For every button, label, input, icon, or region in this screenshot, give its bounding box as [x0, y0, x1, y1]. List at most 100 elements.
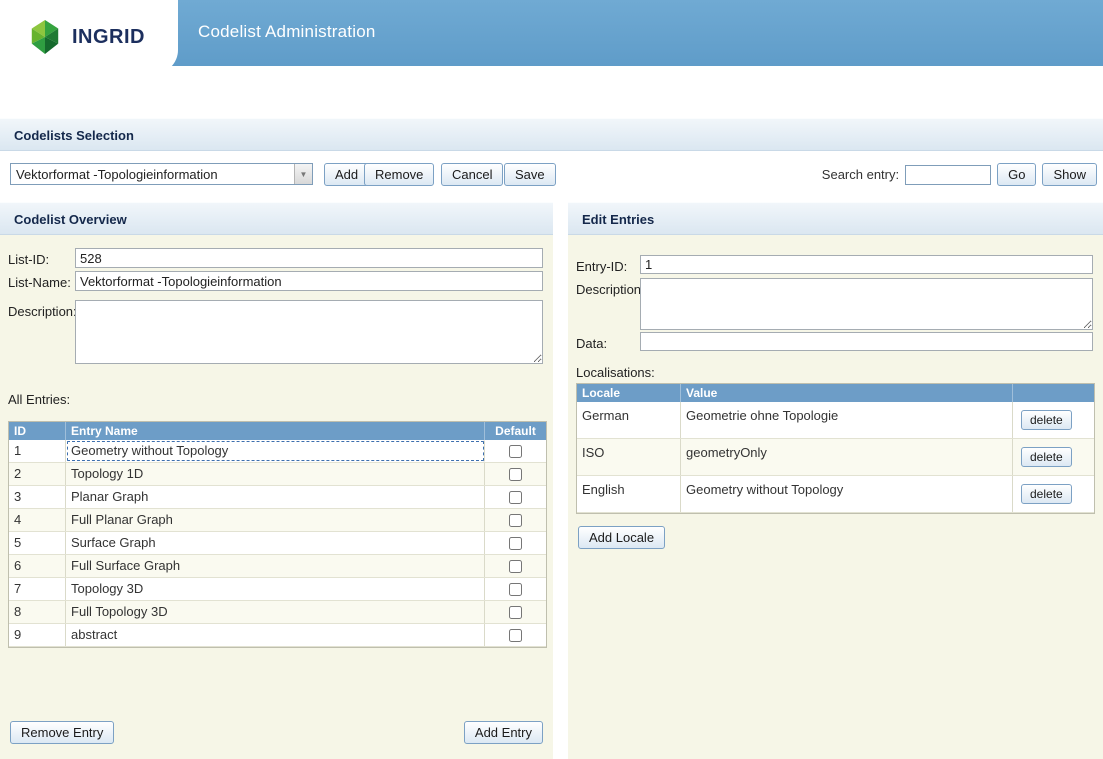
- chevron-down-icon: ▼: [300, 170, 308, 179]
- add-entry-button[interactable]: Add Entry: [464, 721, 543, 744]
- remove-button[interactable]: Remove: [364, 163, 434, 186]
- default-checkbox[interactable]: [509, 560, 522, 573]
- default-checkbox[interactable]: [509, 445, 522, 458]
- codelists-selection-title: Codelists Selection: [14, 128, 134, 143]
- selection-controls: ▼ Add Remove Cancel Save Search entry: G…: [0, 162, 1103, 190]
- column-header-default: Default: [485, 422, 546, 440]
- table-row[interactable]: 6 Full Surface Graph: [9, 555, 546, 578]
- list-id-input[interactable]: [75, 248, 543, 268]
- column-header-id: ID: [9, 422, 66, 440]
- cell-id: 4: [9, 509, 66, 531]
- default-checkbox[interactable]: [509, 583, 522, 596]
- list-name-label: List-Name:: [8, 275, 71, 290]
- cell-value: Geometrie ohne Topologie: [681, 402, 1013, 438]
- cell-default: [485, 509, 546, 531]
- edit-entries-panel: Edit Entries Entry-ID: Description: Data…: [568, 202, 1103, 759]
- table-row[interactable]: 3 Planar Graph: [9, 486, 546, 509]
- table-row[interactable]: 2 Topology 1D: [9, 463, 546, 486]
- entry-description-textarea[interactable]: [640, 278, 1093, 330]
- cell-entry-name[interactable]: Geometry without Topology: [66, 440, 485, 462]
- table-row[interactable]: 8 Full Topology 3D: [9, 601, 546, 624]
- cell-entry-name[interactable]: Full Topology 3D: [66, 601, 485, 623]
- default-checkbox[interactable]: [509, 514, 522, 527]
- entries-table: ID Entry Name Default 1 Geometry without…: [8, 421, 547, 648]
- cell-value: geometryOnly: [681, 439, 1013, 475]
- cancel-button[interactable]: Cancel: [441, 163, 503, 186]
- localisations-table-header: Locale Value: [577, 384, 1094, 402]
- cell-locale: English: [577, 476, 681, 512]
- go-button[interactable]: Go: [997, 163, 1036, 186]
- cell-default: [485, 555, 546, 577]
- column-header-locale: Locale: [577, 384, 681, 402]
- combobox-dropdown-button[interactable]: ▼: [294, 164, 312, 184]
- cell-default: [485, 486, 546, 508]
- add-locale-button[interactable]: Add Locale: [578, 526, 665, 549]
- search-area: Search entry: Go Show: [822, 163, 1097, 186]
- default-checkbox[interactable]: [509, 468, 522, 481]
- cell-entry-name[interactable]: Topology 3D: [66, 578, 485, 600]
- edit-entries-header: Edit Entries: [568, 202, 1103, 235]
- localisations-table: Locale Value German Geometrie ohne Topol…: [576, 383, 1095, 514]
- logo-text: INGRID: [72, 26, 145, 49]
- list-name-input[interactable]: [75, 271, 543, 291]
- cell-entry-name[interactable]: abstract: [66, 624, 485, 646]
- table-row[interactable]: 4 Full Planar Graph: [9, 509, 546, 532]
- cell-default: [485, 463, 546, 485]
- entry-id-input[interactable]: [640, 255, 1093, 274]
- default-checkbox[interactable]: [509, 606, 522, 619]
- codelists-selection-header: Codelists Selection: [0, 118, 1103, 151]
- all-entries-label: All Entries:: [8, 392, 70, 407]
- entry-description-label: Description:: [576, 282, 645, 297]
- cell-entry-name[interactable]: Topology 1D: [66, 463, 485, 485]
- cell-action: delete: [1013, 476, 1094, 512]
- add-button[interactable]: Add: [324, 163, 369, 186]
- delete-locale-button[interactable]: delete: [1021, 410, 1072, 430]
- delete-locale-button[interactable]: delete: [1021, 447, 1072, 467]
- cell-id: 5: [9, 532, 66, 554]
- ingrid-logo-icon: [28, 18, 62, 56]
- codelist-overview-title: Codelist Overview: [14, 212, 127, 227]
- cell-entry-name[interactable]: Surface Graph: [66, 532, 485, 554]
- codelist-overview-panel: Codelist Overview List-ID: List-Name: De…: [0, 202, 553, 759]
- cell-id: 2: [9, 463, 66, 485]
- table-row[interactable]: 9 abstract: [9, 624, 546, 647]
- cell-value: Geometry without Topology: [681, 476, 1013, 512]
- localisations-label: Localisations:: [576, 365, 655, 380]
- cell-id: 7: [9, 578, 66, 600]
- cell-action: delete: [1013, 402, 1094, 438]
- cell-action: delete: [1013, 439, 1094, 475]
- list-id-label: List-ID:: [8, 252, 49, 267]
- data-input[interactable]: [640, 332, 1093, 351]
- delete-locale-button[interactable]: delete: [1021, 484, 1072, 504]
- cell-locale: German: [577, 402, 681, 438]
- codelist-combobox-input[interactable]: [11, 164, 294, 184]
- search-entry-input[interactable]: [905, 165, 991, 185]
- cell-default: [485, 624, 546, 646]
- cell-id: 8: [9, 601, 66, 623]
- edit-entries-title: Edit Entries: [582, 212, 654, 227]
- table-row[interactable]: 1 Geometry without Topology: [9, 440, 546, 463]
- cell-default: [485, 440, 546, 462]
- locale-row[interactable]: ISO geometryOnly delete: [577, 439, 1094, 476]
- show-button[interactable]: Show: [1042, 163, 1097, 186]
- table-row[interactable]: 7 Topology 3D: [9, 578, 546, 601]
- default-checkbox[interactable]: [509, 491, 522, 504]
- cell-locale: ISO: [577, 439, 681, 475]
- cell-id: 3: [9, 486, 66, 508]
- description-textarea[interactable]: [75, 300, 543, 364]
- cell-entry-name[interactable]: Full Planar Graph: [66, 509, 485, 531]
- cell-id: 1: [9, 440, 66, 462]
- cell-entry-name[interactable]: Planar Graph: [66, 486, 485, 508]
- default-checkbox[interactable]: [509, 629, 522, 642]
- codelist-combobox[interactable]: ▼: [10, 163, 313, 185]
- locale-row[interactable]: German Geometrie ohne Topologie delete: [577, 402, 1094, 439]
- table-row[interactable]: 5 Surface Graph: [9, 532, 546, 555]
- description-label: Description:: [8, 304, 77, 319]
- cell-default: [485, 532, 546, 554]
- save-button[interactable]: Save: [504, 163, 556, 186]
- remove-entry-button[interactable]: Remove Entry: [10, 721, 114, 744]
- locale-row[interactable]: English Geometry without Topology delete: [577, 476, 1094, 513]
- cell-entry-name[interactable]: Full Surface Graph: [66, 555, 485, 577]
- default-checkbox[interactable]: [509, 537, 522, 550]
- entry-id-label: Entry-ID:: [576, 259, 627, 274]
